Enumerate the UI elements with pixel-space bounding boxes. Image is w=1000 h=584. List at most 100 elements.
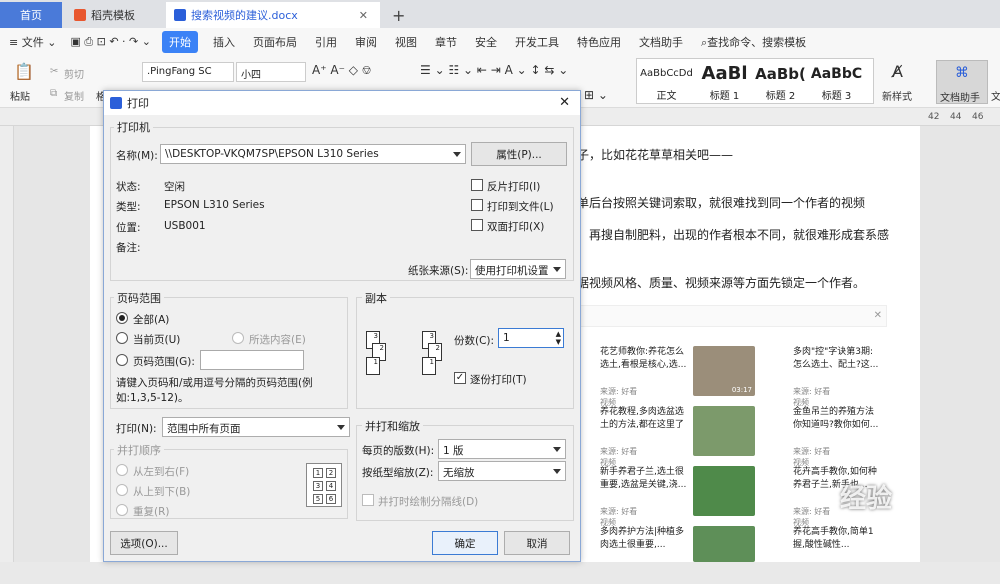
repeat-label: 重复(R): [133, 506, 170, 518]
tab-home-label: 首页: [20, 9, 42, 22]
print-to-file-checkbox[interactable]: [471, 199, 483, 211]
cancel-button[interactable]: 取消: [504, 531, 570, 555]
style-heading-3[interactable]: AaBbC 标题 3: [809, 61, 864, 103]
chevron-down-icon: [453, 152, 461, 157]
video-title: 新手养君子兰,选土很重要,选盆是关键,浇...: [600, 467, 687, 490]
menu-file[interactable]: 文件: [22, 36, 44, 49]
doc-line: 、再搜自制肥料，出现的作者根本不同，就很难形成套系感: [577, 228, 890, 242]
print-what-select[interactable]: 范围中所有页面: [162, 417, 350, 437]
selection-label: 所选内容(E): [249, 334, 306, 346]
table-icon[interactable]: ⊞ ⌄: [584, 88, 608, 102]
options-button[interactable]: 选项(O)...: [110, 531, 178, 555]
print-dialog: 打印 ✕ 打印机 名称(M): \\DESKTOP-VKQM7SP\EPSON …: [103, 90, 581, 562]
video-title: 多肉养护方法|种植多肉选土很重要,...: [600, 527, 685, 550]
page-range-radio[interactable]: [116, 354, 128, 366]
menu-start[interactable]: 开始: [161, 31, 198, 53]
video-source: 来源: 好看视频: [600, 507, 638, 527]
menu-item[interactable]: 插入: [204, 34, 244, 50]
menu-item[interactable]: 文档助手: [630, 34, 692, 50]
printer-value: \\DESKTOP-VKQM7SP\EPSON L310 Series: [165, 148, 379, 160]
style-heading-1[interactable]: AaBl 标题 1: [697, 61, 752, 103]
menu-item[interactable]: 章节: [426, 34, 466, 50]
duplex-checkbox[interactable]: [471, 219, 483, 231]
tab-document[interactable]: 搜索视频的建议.docx ✕: [166, 2, 380, 28]
tab-docer-label: 稻壳模板: [91, 9, 135, 22]
menu-item[interactable]: 页面布局: [244, 34, 306, 50]
video-card[interactable]: 03:17 多肉"控"字诀第3期:怎么选土、配土?这... 来源: 好看视频: [693, 346, 878, 407]
close-tab-icon[interactable]: ✕: [359, 9, 368, 22]
video-card[interactable]: 花卉高手教你,如何种养君子兰,新手也... 来源: 好看视频: [693, 466, 877, 527]
video-source: 来源: 好看视频: [793, 387, 831, 407]
collate-checkbox[interactable]: ✓: [454, 372, 466, 384]
copy-button[interactable]: 复制: [64, 88, 84, 103]
menu-item[interactable]: 开发工具: [506, 34, 568, 50]
menu-item[interactable]: 特色应用: [568, 34, 630, 50]
reverse-checkbox[interactable]: [471, 179, 483, 191]
font-grow-icon[interactable]: A⁺ A⁻ ◇ ⎊: [312, 63, 371, 78]
quick-tools-icon[interactable]: ▣ ⎙ ⊡ ↶ · ↷ ⌄: [65, 35, 156, 49]
print-what-label: 打印(N):: [116, 423, 157, 435]
video-search-bar[interactable]: ✕: [577, 305, 887, 327]
repeat-radio: [116, 504, 128, 516]
close-icon[interactable]: ✕: [874, 310, 882, 321]
paper-source-select[interactable]: 使用打印机设置: [470, 259, 566, 279]
scale-select[interactable]: 无缩放: [438, 461, 566, 481]
properties-button[interactable]: 属性(P)...: [471, 142, 567, 166]
close-icon[interactable]: ✕: [559, 95, 570, 110]
menu-item[interactable]: 视图: [386, 34, 426, 50]
search-command-label: 查找命令、搜索模板: [707, 36, 807, 49]
new-style-icon[interactable]: A̸: [892, 62, 903, 81]
pages-per-sheet-select[interactable]: 1 版: [438, 439, 566, 459]
doc-assistant-label: 文档助手: [940, 93, 980, 104]
location-label: 位置:: [116, 222, 141, 234]
font-size-select[interactable]: 小四: [236, 62, 306, 82]
menu-item[interactable]: 安全: [466, 34, 506, 50]
location-value: USB001: [164, 220, 206, 232]
list-icon[interactable]: ☰ ⌄ ☷ ⌄ ⇤ ⇥ A ⌄ ↕ ⇆ ⌄: [420, 63, 568, 77]
app-icon: [110, 97, 122, 109]
new-tab-button[interactable]: +: [392, 2, 405, 28]
grid-cell: 6: [326, 494, 336, 504]
menu-item[interactable]: 审阅: [346, 34, 386, 50]
hamburger-icon[interactable]: ≡ 文件 ⌄: [0, 34, 65, 50]
style-name: 标题 3: [821, 91, 852, 102]
title-bar: 首页 稻壳模板 搜索视频的建议.docx ✕ +: [0, 0, 1000, 28]
doc-assistant-button[interactable]: ⌘ 文档助手: [936, 60, 988, 104]
style-heading-2[interactable]: AaBb(标题 2: [753, 61, 808, 103]
page-range-input[interactable]: [200, 350, 304, 370]
duplex-label: 双面打印(X): [487, 221, 545, 233]
paste-icon[interactable]: 📋: [14, 62, 34, 81]
printer-select[interactable]: \\DESKTOP-VKQM7SP\EPSON L310 Series: [160, 144, 466, 164]
ruler-tick: 44: [950, 112, 962, 122]
new-style-button[interactable]: 新样式: [882, 88, 912, 103]
dialog-titlebar: 打印 ✕: [104, 91, 580, 115]
current-page-radio[interactable]: [116, 332, 128, 344]
search-command[interactable]: ⌕查找命令、搜索模板: [692, 34, 815, 50]
menu-item[interactable]: 引用: [306, 34, 346, 50]
paper-source-label: 纸张来源(S):: [408, 265, 469, 277]
video-title: 养花教程,多肉选盆选土的方法,都在这里了: [600, 407, 684, 430]
spinner-icon[interactable]: ▲ ▼: [556, 330, 561, 346]
chevron-down-icon: [337, 425, 345, 430]
new-tab-label: +: [392, 5, 406, 25]
font-select[interactable]: .PingFang SC: [142, 62, 234, 82]
type-label: 类型:: [116, 201, 141, 213]
printer-group-title: 打印机: [114, 119, 153, 135]
all-pages-label: 全部(A): [133, 314, 170, 326]
tab-home[interactable]: 首页: [0, 2, 62, 28]
tab-docer[interactable]: 稻壳模板: [66, 2, 166, 28]
doc-line: 子，比如花花草草相关吧——: [577, 148, 734, 162]
copies-input[interactable]: 1 ▲ ▼: [498, 328, 564, 348]
copies-label: 份数(C):: [454, 335, 495, 347]
video-card[interactable]: 金鱼吊兰的养殖方法你知道吗?教你如何... 来源: 好看视频: [693, 406, 878, 467]
all-pages-radio[interactable]: [116, 312, 128, 324]
paste-button[interactable]: 粘贴: [10, 88, 30, 103]
style-normal[interactable]: AaBbCcDd 正文: [639, 61, 694, 103]
selection-radio: [232, 332, 244, 344]
ok-button[interactable]: 确定: [432, 531, 498, 555]
cut-icon: ✂: [50, 66, 59, 77]
video-card[interactable]: 养花高手教你,简单1握,酸性碱性...: [693, 526, 874, 584]
video-thumbnail: [693, 466, 755, 516]
menu-bar: ≡ 文件 ⌄ ▣ ⎙ ⊡ ↶ · ↷ ⌄ 开始 插入 页面布局 引用 审阅 视图…: [0, 28, 1000, 56]
cut-button[interactable]: 剪切: [64, 66, 84, 81]
